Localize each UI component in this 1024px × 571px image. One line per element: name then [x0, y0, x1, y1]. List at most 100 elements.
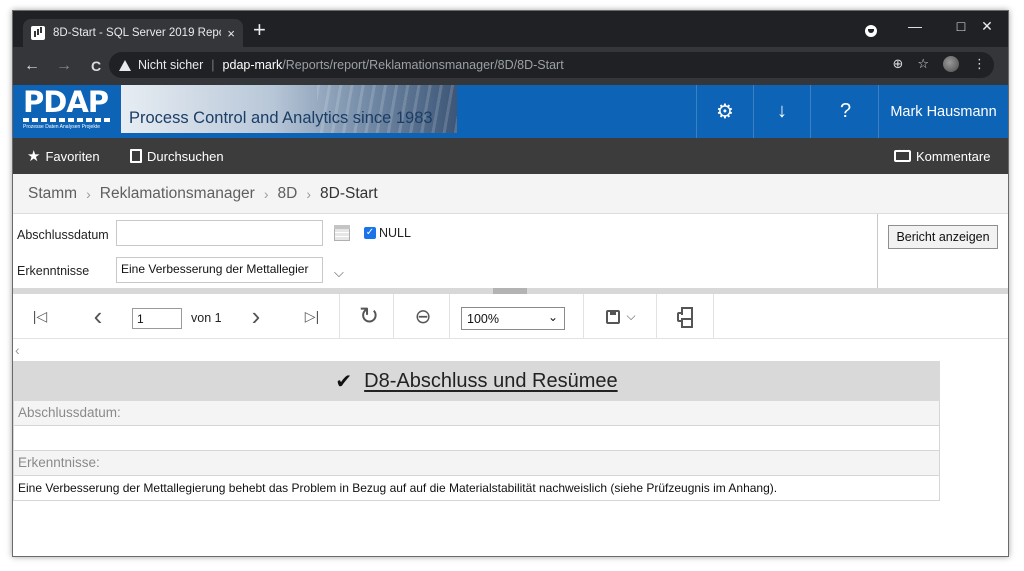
report-erkenntnisse-label: Erkenntnisse: — [13, 451, 940, 476]
browser-menu-icon[interactable]: ⋮ — [973, 56, 986, 72]
erkenntnisse-label: Erkenntnisse — [17, 264, 90, 278]
profile-icon[interactable] — [865, 25, 877, 37]
refresh-icon[interactable]: ↻ — [349, 294, 389, 339]
browser-window: 8D-Start - SQL Server 2019 Repor × + — □… — [12, 10, 1009, 557]
forward-icon[interactable]: → — [51, 57, 77, 75]
chevron-down-icon[interactable]: ⌵ — [334, 265, 344, 281]
null-label: NULL — [379, 226, 411, 240]
param-divider — [877, 214, 878, 288]
tab-close-icon[interactable]: × — [227, 26, 235, 41]
report-abschlussdatum-value — [13, 426, 940, 451]
help-button[interactable]: ? — [810, 85, 880, 138]
breadcrumb: Stamm › Reklamationsmanager › 8D › 8D-St… — [13, 174, 1008, 214]
collapse-left-icon[interactable]: ‹ — [15, 342, 20, 358]
zoom-select[interactable]: 100% ⌄ — [461, 307, 565, 330]
app-header: PDAP Prozesse Daten Analysen Projekte Pr… — [13, 85, 1008, 138]
url-separator: | — [211, 58, 215, 72]
help-icon: ? — [839, 100, 852, 122]
breadcrumb-separator: › — [263, 185, 269, 202]
zoom-icon[interactable]: ⊕ — [892, 56, 903, 72]
toolbar-separator — [583, 294, 584, 339]
toolbar-separator — [656, 294, 657, 339]
view-report-button[interactable]: Bericht anzeigen — [888, 225, 998, 249]
pdap-logo: PDAP Prozesse Daten Analysen Projekte — [23, 85, 115, 130]
logo-tagline: Prozesse Daten Analysen Projekte — [23, 124, 100, 130]
report-title: ✔ D8-Abschluss und Resümee — [13, 361, 940, 401]
bookmark-star-icon[interactable]: ☆ — [917, 56, 929, 72]
next-page-icon[interactable]: › — [241, 294, 271, 339]
last-page-icon[interactable]: ▷| — [297, 294, 327, 339]
comment-icon — [894, 145, 911, 162]
checkmark-icon: ✔ — [335, 370, 353, 393]
report-erkenntnisse-value: Eine Verbesserung der Mettallegierung be… — [13, 476, 940, 501]
export-button[interactable]: ⌵ — [596, 294, 646, 339]
url-field[interactable]: Nicht sicher | pdap-mark /Reports/report… — [109, 52, 994, 78]
back-icon[interactable]: ← — [19, 57, 45, 75]
gear-icon: ⚙ — [716, 101, 734, 123]
download-button[interactable]: ↓ — [753, 85, 810, 138]
toolbar-separator — [449, 294, 450, 339]
security-label: Nicht sicher — [138, 58, 204, 72]
first-page-icon[interactable]: |◁ — [25, 294, 55, 339]
close-window-button[interactable]: ✕ — [964, 11, 1008, 41]
favorites-button[interactable]: ★ Favoriten — [27, 138, 100, 174]
address-bar: ← → C Nicht sicher | pdap-mark /Reports/… — [13, 47, 1008, 85]
breadcrumb-separator: › — [86, 185, 91, 202]
settings-button[interactable]: ⚙ — [696, 85, 753, 138]
toolbar-separator — [393, 294, 394, 339]
minimize-button[interactable]: — — [892, 11, 938, 41]
comments-button[interactable]: Kommentare — [894, 138, 990, 174]
user-menu[interactable]: Mark Hausmann — [878, 85, 1008, 138]
toolbar-separator — [339, 294, 340, 339]
report-viewer-toolbar: |◁ ‹ von 1 › ▷| ↻ ⊖ 100% ⌄ ⌵ — [13, 294, 1008, 339]
previous-page-icon[interactable]: ‹ — [83, 294, 113, 339]
toolbar-separator — [713, 294, 714, 339]
browse-label: Durchsuchen — [147, 148, 224, 164]
abschlussdatum-label: Abschlussdatum — [17, 228, 109, 242]
download-icon: ↓ — [777, 100, 787, 122]
page-count-label: von 1 — [191, 311, 222, 325]
warning-icon — [119, 59, 131, 71]
reload-icon[interactable]: C — [83, 58, 109, 74]
parameter-panel: Abschlussdatum ✓ NULL Erkenntnisse Eine … — [13, 214, 1008, 288]
browse-button[interactable]: Durchsuchen — [130, 138, 224, 174]
app-toolbar: ★ Favoriten Durchsuchen Kommentare — [13, 138, 1008, 174]
report-body: ✔ D8-Abschluss und Resümee Abschlussdatu… — [13, 361, 940, 501]
omnibox-actions: ⊕ ☆ ⋮ — [892, 56, 986, 72]
breadcrumb-item-stamm[interactable]: Stamm — [28, 185, 77, 203]
logo-bar — [23, 118, 113, 122]
report-favicon-icon — [31, 26, 45, 40]
print-button[interactable] — [668, 294, 702, 339]
breadcrumb-item-current: 8D-Start — [320, 184, 378, 202]
tab-title: 8D-Start - SQL Server 2019 Repor — [53, 27, 222, 39]
breadcrumb-item-8d[interactable]: 8D — [278, 185, 298, 203]
zoom-value: 100% — [467, 312, 499, 326]
chevron-down-icon: ⌵ — [626, 309, 636, 323]
breadcrumb-separator: › — [306, 185, 312, 202]
breadcrumb-item-reklamationsmanager[interactable]: Reklamationsmanager — [100, 185, 255, 203]
report-abschlussdatum-label: Abschlussdatum: — [13, 401, 940, 426]
chevron-down-icon: ⌄ — [547, 310, 558, 324]
logo-text: PDAP — [23, 85, 109, 119]
browser-tab[interactable]: 8D-Start - SQL Server 2019 Repor × — [23, 19, 243, 47]
document-icon — [130, 149, 142, 163]
calendar-icon[interactable] — [334, 225, 350, 241]
comments-label: Kommentare — [916, 148, 991, 164]
page-number-input[interactable] — [132, 308, 182, 329]
url-host: pdap-mark — [222, 58, 283, 72]
star-icon: ★ — [27, 148, 41, 165]
extension-icon[interactable] — [943, 56, 959, 72]
banner-text: Process Control and Analytics since 1983 — [129, 109, 433, 127]
tab-strip: 8D-Start - SQL Server 2019 Repor × + — □… — [13, 11, 1008, 47]
printer-icon — [677, 306, 693, 328]
back-to-parent-icon[interactable]: ⊖ — [403, 294, 443, 339]
url-path: /Reports/report/Reklamationsmanager/8D/8… — [282, 58, 564, 72]
favorites-label: Favoriten — [45, 148, 100, 164]
abschlussdatum-input[interactable] — [116, 220, 323, 246]
null-checkbox[interactable]: ✓ — [364, 227, 376, 239]
header-banner: Process Control and Analytics since 1983 — [121, 85, 457, 133]
erkenntnisse-input[interactable]: Eine Verbesserung der Mettallegier — [116, 257, 323, 283]
save-icon — [606, 309, 621, 324]
new-tab-button[interactable]: + — [253, 19, 266, 41]
report-title-text: D8-Abschluss und Resümee — [364, 369, 618, 392]
